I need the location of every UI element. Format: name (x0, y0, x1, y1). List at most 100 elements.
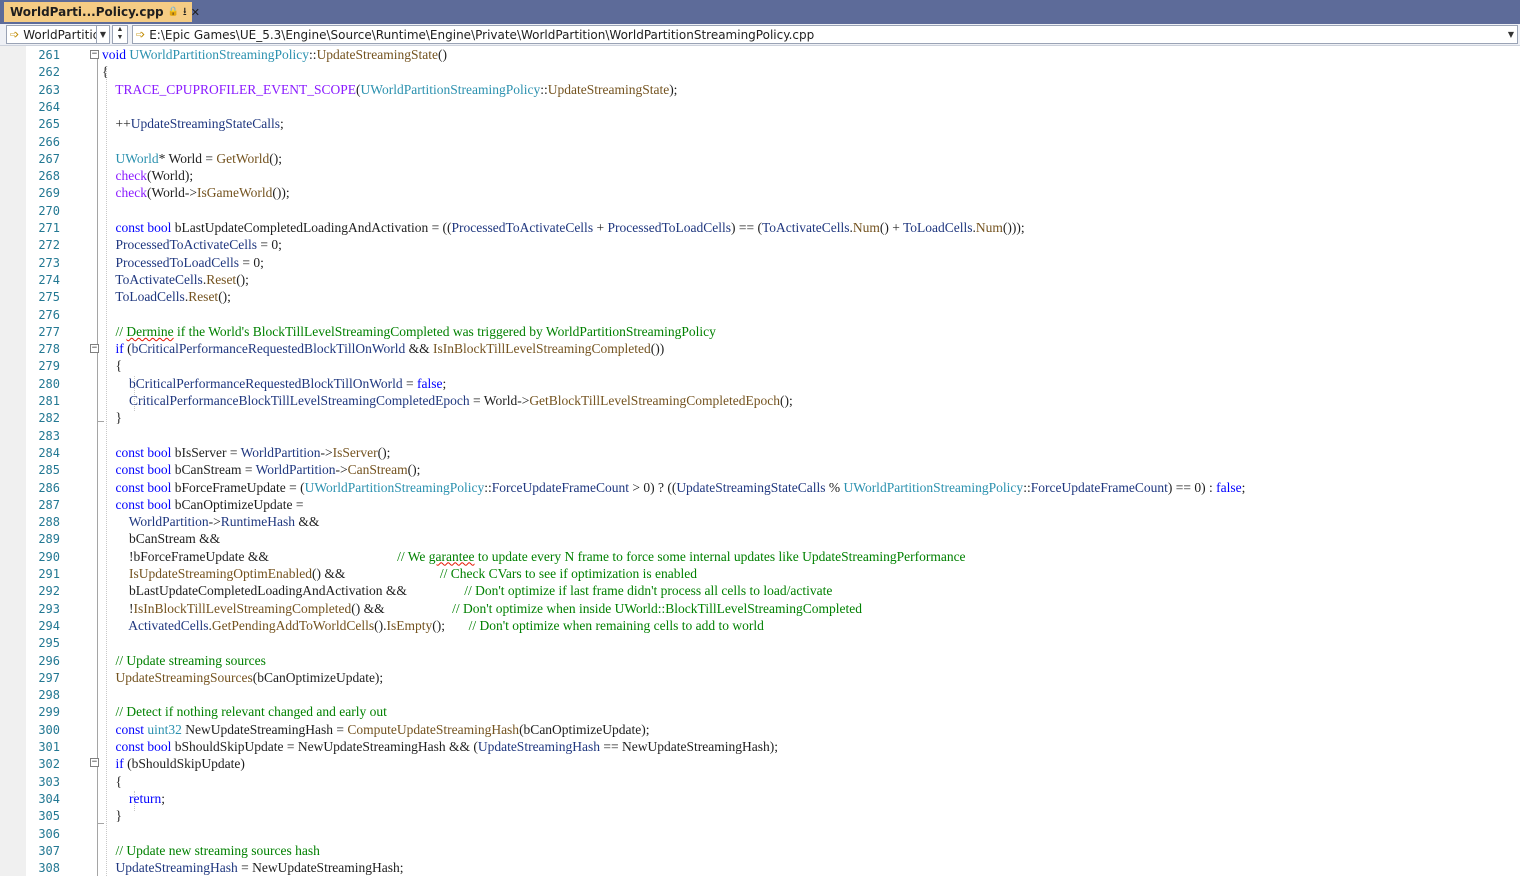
pin-icon[interactable]: ⭳ (183, 3, 187, 22)
code-line[interactable]: 262 { (0, 63, 1520, 80)
code-line[interactable]: 298 (0, 686, 1520, 703)
spin-down-icon[interactable]: ▼ (113, 34, 127, 42)
code-line[interactable]: 284 const bool bIsServer = WorldPartitio… (0, 444, 1520, 461)
code-line[interactable]: 264 (0, 98, 1520, 115)
code-line[interactable]: 268 check(World); (0, 167, 1520, 184)
code-text[interactable]: ActivatedCells.GetPendingAddToWorldCells… (102, 618, 764, 634)
code-line[interactable]: 302 if (bShouldSkipUpdate) (0, 755, 1520, 772)
code-line[interactable]: 296 // Update streaming sources (0, 652, 1520, 669)
code-text[interactable]: const bool bIsServer = WorldPartition->I… (102, 445, 391, 461)
code-text[interactable]: CriticalPerformanceBlockTillLevelStreami… (102, 393, 793, 409)
chevron-down-icon[interactable]: ▼ (1505, 26, 1517, 43)
code-line[interactable]: 272 ProcessedToActivateCells = 0; (0, 236, 1520, 253)
code-text[interactable]: TRACE_CPUPROFILER_EVENT_SCOPE(UWorldPart… (102, 82, 677, 98)
chevron-down-icon[interactable]: ▼ (96, 26, 109, 43)
code-text[interactable]: UpdateStreamingHash = NewUpdateStreaming… (102, 860, 404, 876)
code-text[interactable]: // Update new streaming sources hash (102, 843, 320, 859)
code-text[interactable]: ToActivateCells.Reset(); (102, 272, 249, 288)
code-text[interactable]: // Detect if nothing relevant changed an… (102, 704, 387, 720)
code-line[interactable]: 299 // Detect if nothing relevant change… (0, 703, 1520, 720)
code-line[interactable]: 267 UWorld* World = GetWorld(); (0, 150, 1520, 167)
code-text[interactable]: void UWorldPartitionStreamingPolicy::Upd… (102, 47, 447, 63)
code-line[interactable]: 287 const bool bCanOptimizeUpdate = (0, 496, 1520, 513)
split-spinner[interactable]: ▲ ▼ (112, 25, 128, 44)
code-line[interactable]: 273 ProcessedToLoadCells = 0; (0, 254, 1520, 271)
code-text[interactable]: // Update streaming sources (102, 653, 266, 669)
code-line[interactable]: 261 void UWorldPartitionStreamingPolicy::… (0, 46, 1520, 63)
code-line[interactable]: 297 UpdateStreamingSources(bCanOptimizeU… (0, 669, 1520, 686)
file-path-dropdown[interactable]: ➩ E:\Epic Games\UE_5.3\Engine\Source\Run… (132, 25, 1518, 44)
code-line[interactable]: 275 ToLoadCells.Reset(); (0, 288, 1520, 305)
code-text[interactable]: const bool bLastUpdateCompletedLoadingAn… (102, 220, 1025, 236)
code-text[interactable]: } (102, 808, 122, 824)
code-editor[interactable]: − − − 261 void UWorldPartitionStreamingPo… (0, 46, 1520, 876)
code-line[interactable]: 307 // Update new streaming sources hash (0, 842, 1520, 859)
code-text[interactable]: const bool bCanStream = WorldPartition->… (102, 462, 421, 478)
scope-dropdown[interactable]: ➩ WorldPartitic ▼ (6, 25, 110, 44)
code-line[interactable]: 278 if (bCriticalPerformanceRequestedBlo… (0, 340, 1520, 357)
code-line[interactable]: 308 UpdateStreamingHash = NewUpdateStrea… (0, 859, 1520, 876)
code-text[interactable]: !IsInBlockTillLevelStreamingCompleted() … (102, 601, 862, 617)
code-text[interactable]: ToLoadCells.Reset(); (102, 289, 231, 305)
code-line[interactable]: 277 // Dermine if the World's BlockTillL… (0, 323, 1520, 340)
code-text[interactable]: const bool bCanOptimizeUpdate = (102, 497, 304, 513)
code-text[interactable]: if (bShouldSkipUpdate) (102, 756, 245, 772)
code-line[interactable]: 266 (0, 133, 1520, 150)
code-text[interactable]: const bool bForceFrameUpdate = (UWorldPa… (102, 480, 1246, 496)
code-line[interactable]: 285 const bool bCanStream = WorldPartiti… (0, 461, 1520, 478)
code-line[interactable]: 295 (0, 634, 1520, 651)
code-line[interactable]: 294 ActivatedCells.GetPendingAddToWorldC… (0, 617, 1520, 634)
code-line[interactable]: 300 const uint32 NewUpdateStreamingHash … (0, 721, 1520, 738)
code-line[interactable]: 288 WorldPartition->RuntimeHash && (0, 513, 1520, 530)
code-text[interactable]: bCanStream && (102, 531, 220, 547)
code-line[interactable]: 292 bLastUpdateCompletedLoadingAndActiva… (0, 582, 1520, 599)
code-line[interactable]: 280 bCriticalPerformanceRequestedBlockTi… (0, 375, 1520, 392)
code-line[interactable]: 279 { (0, 357, 1520, 374)
code-line[interactable]: 304 return; (0, 790, 1520, 807)
code-line[interactable]: 289 bCanStream && (0, 530, 1520, 547)
code-line[interactable]: 274 ToActivateCells.Reset(); (0, 271, 1520, 288)
code-text[interactable]: } (102, 410, 122, 426)
code-text[interactable]: { (102, 774, 122, 790)
code-text[interactable]: { (102, 358, 122, 374)
code-line[interactable]: 301 const bool bShouldSkipUpdate = NewUp… (0, 738, 1520, 755)
code-text[interactable]: IsUpdateStreamingOptimEnabled() && // Ch… (102, 566, 697, 582)
code-text[interactable]: bCriticalPerformanceRequestedBlockTillOn… (102, 376, 446, 392)
code-line[interactable]: 305 } (0, 807, 1520, 824)
code-line[interactable]: 291 IsUpdateStreamingOptimEnabled() && /… (0, 565, 1520, 582)
code-line[interactable]: 283 (0, 427, 1520, 444)
code-line[interactable]: 270 (0, 202, 1520, 219)
code-text[interactable]: if (bCriticalPerformanceRequestedBlockTi… (102, 341, 665, 357)
code-line[interactable]: 271 const bool bLastUpdateCompletedLoadi… (0, 219, 1520, 236)
code-text[interactable]: return; (102, 791, 165, 807)
code-text[interactable]: // Dermine if the World's BlockTillLevel… (102, 324, 716, 340)
document-tab[interactable]: WorldParti...Policy.cpp 🔒 ⭳ ✕ (4, 2, 200, 22)
tab-title[interactable]: WorldParti...Policy.cpp (10, 5, 164, 19)
code-text[interactable]: const bool bShouldSkipUpdate = NewUpdate… (102, 739, 778, 755)
code-text[interactable]: { (102, 64, 108, 80)
code-line[interactable]: 293 !IsInBlockTillLevelStreamingComplete… (0, 600, 1520, 617)
code-text[interactable]: ProcessedToLoadCells = 0; (102, 255, 264, 271)
code-line[interactable]: 303 { (0, 773, 1520, 790)
code-line[interactable]: 269 check(World->IsGameWorld()); (0, 184, 1520, 201)
code-line[interactable]: 276 (0, 306, 1520, 323)
code-text[interactable]: check(World); (102, 168, 194, 184)
code-text[interactable]: const uint32 NewUpdateStreamingHash = Co… (102, 722, 650, 738)
code-line[interactable]: 306 (0, 825, 1520, 842)
code-text[interactable]: ProcessedToActivateCells = 0; (102, 237, 282, 253)
code-line[interactable]: 282 } (0, 409, 1520, 426)
close-icon[interactable]: ✕ (191, 6, 200, 19)
code-text[interactable]: UpdateStreamingSources(bCanOptimizeUpdat… (102, 670, 384, 686)
code-line[interactable]: 281 CriticalPerformanceBlockTillLevelStr… (0, 392, 1520, 409)
code-line[interactable]: 290 !bForceFrameUpdate && // We garantee… (0, 548, 1520, 565)
code-text[interactable]: ++UpdateStreamingStateCalls; (102, 116, 284, 132)
code-line[interactable]: 286 const bool bForceFrameUpdate = (UWor… (0, 479, 1520, 496)
code-text[interactable]: UWorld* World = GetWorld(); (102, 151, 282, 167)
code-text[interactable]: bLastUpdateCompletedLoadingAndActivation… (102, 583, 832, 599)
code-text[interactable]: WorldPartition->RuntimeHash && (102, 514, 320, 530)
code-line[interactable]: 263 TRACE_CPUPROFILER_EVENT_SCOPE(UWorld… (0, 81, 1520, 98)
spin-up-icon[interactable]: ▲ (113, 26, 127, 34)
code-line[interactable]: 265 ++UpdateStreamingStateCalls; (0, 115, 1520, 132)
code-text[interactable]: check(World->IsGameWorld()); (102, 185, 290, 201)
code-text[interactable]: !bForceFrameUpdate && // We garantee to … (102, 549, 966, 565)
